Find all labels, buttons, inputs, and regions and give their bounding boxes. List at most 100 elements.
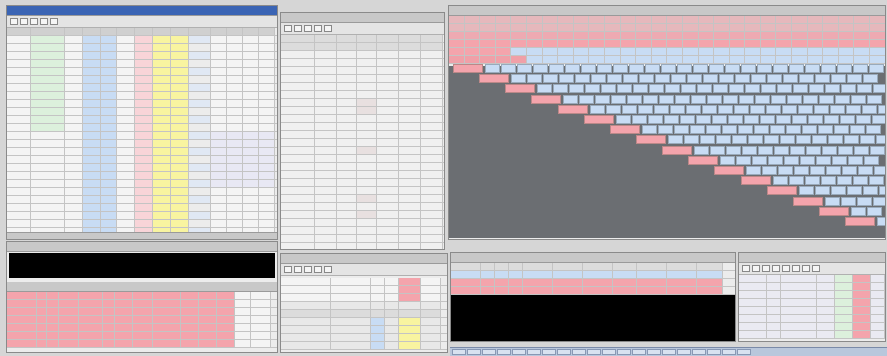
matrix-diagonal-cell[interactable]: [792, 196, 823, 206]
matrix-cell[interactable]: [601, 84, 617, 94]
table-row[interactable]: [7, 292, 277, 300]
matrix-diagonal-cell[interactable]: [688, 155, 719, 165]
toolbar-button[interactable]: [314, 266, 322, 273]
matrix-cell[interactable]: [726, 145, 742, 155]
matrix-cell[interactable]: [877, 104, 885, 114]
matrix-cell[interactable]: [737, 125, 753, 135]
matrix-cell[interactable]: [825, 84, 841, 94]
taskbar-button[interactable]: [482, 349, 496, 355]
toolbar-button[interactable]: [742, 265, 750, 272]
matrix-cell[interactable]: [668, 135, 683, 145]
matrix-cell[interactable]: [575, 74, 591, 84]
matrix-cell[interactable]: [563, 94, 579, 104]
matrix-cell[interactable]: [857, 84, 873, 94]
toolbar-button[interactable]: [10, 18, 18, 25]
matrix-cell[interactable]: [591, 74, 607, 84]
matrix-cell[interactable]: [845, 104, 861, 114]
matrix-cell[interactable]: [501, 64, 516, 73]
matrix-cell[interactable]: [595, 94, 611, 104]
matrix-cell[interactable]: [823, 115, 839, 124]
taskbar-button[interactable]: [497, 349, 511, 355]
matrix-cell[interactable]: [569, 84, 585, 94]
matrix-cell[interactable]: [727, 115, 743, 124]
matrix-cell[interactable]: [877, 217, 885, 226]
taskbar-button[interactable]: [662, 349, 676, 355]
matrix-diagonal-cell[interactable]: [766, 186, 797, 196]
table-row[interactable]: [281, 131, 444, 139]
matrix-cell[interactable]: [639, 74, 655, 84]
matrix-cell[interactable]: [553, 84, 569, 94]
matrix-cell[interactable]: [790, 145, 806, 155]
matrix-cell[interactable]: [752, 155, 768, 165]
table-header-row[interactable]: [7, 28, 277, 36]
matrix-cell[interactable]: [780, 135, 795, 145]
taskbar-button[interactable]: [632, 349, 646, 355]
matrix-cell[interactable]: [663, 115, 679, 124]
table-row[interactable]: [281, 51, 444, 59]
taskbar-button[interactable]: [647, 349, 661, 355]
matrix-cell[interactable]: [665, 84, 681, 94]
middle-top-grid[interactable]: [281, 35, 444, 249]
table-row[interactable]: [281, 99, 444, 107]
table-row[interactable]: [281, 203, 444, 211]
table-row[interactable]: [281, 235, 444, 243]
table-row[interactable]: [7, 84, 277, 92]
matrix-triangle[interactable]: [449, 6, 885, 239]
matrix-cell[interactable]: [769, 125, 785, 135]
matrix-cell[interactable]: [719, 74, 735, 84]
matrix-cell[interactable]: [755, 94, 771, 104]
matrix-cell[interactable]: [798, 186, 814, 196]
table-row[interactable]: [281, 187, 444, 195]
matrix-cell[interactable]: [855, 115, 871, 124]
table-row[interactable]: [281, 294, 447, 302]
left-bottom-grid[interactable]: [7, 292, 277, 348]
table-row[interactable]: [7, 92, 277, 100]
matrix-cell[interactable]: [809, 84, 825, 94]
matrix-cell[interactable]: [829, 104, 845, 114]
matrix-cell[interactable]: [589, 104, 605, 114]
taskbar-button[interactable]: [587, 349, 601, 355]
matrix-cell[interactable]: [649, 84, 665, 94]
matrix-cell[interactable]: [687, 74, 703, 84]
matrix-cell[interactable]: [533, 64, 548, 73]
matrix-cell[interactable]: [874, 166, 885, 175]
table-row[interactable]: [7, 116, 277, 124]
matrix-cell[interactable]: [863, 74, 879, 84]
table-row[interactable]: [281, 211, 444, 219]
table-row[interactable]: [281, 75, 444, 83]
matrix-cell[interactable]: [621, 104, 637, 114]
matrix-cell[interactable]: [851, 94, 867, 104]
table-row[interactable]: [281, 179, 444, 187]
matrix-diagonal-cell[interactable]: [531, 94, 562, 104]
taskbar-button[interactable]: [527, 349, 541, 355]
table-row[interactable]: [7, 60, 277, 68]
matrix-cell[interactable]: [631, 115, 647, 124]
matrix-cell[interactable]: [765, 104, 781, 114]
toolbar-button[interactable]: [294, 266, 302, 273]
matrix-cell[interactable]: [848, 155, 864, 165]
matrix-cell[interactable]: [653, 104, 669, 114]
matrix-cell[interactable]: [816, 155, 832, 165]
matrix-cell[interactable]: [869, 64, 884, 73]
table-row[interactable]: [7, 140, 277, 148]
matrix-cell[interactable]: [633, 84, 649, 94]
matrix-cell[interactable]: [721, 125, 737, 135]
table-header-row[interactable]: [281, 43, 444, 51]
matrix-cell[interactable]: [868, 176, 884, 186]
matrix-cell[interactable]: [527, 74, 543, 84]
matrix-cell[interactable]: [826, 166, 842, 175]
table-row[interactable]: [7, 68, 277, 76]
matrix-cell[interactable]: [791, 115, 807, 124]
table-row[interactable]: [7, 36, 277, 44]
table-row[interactable]: [451, 287, 735, 295]
matrix-cell[interactable]: [773, 64, 788, 73]
matrix-diagonal-cell[interactable]: [505, 84, 536, 94]
table-row[interactable]: [7, 324, 277, 332]
matrix-cell[interactable]: [657, 125, 673, 135]
right-bottom-right-grid[interactable]: [739, 275, 885, 339]
toolbar-button[interactable]: [314, 25, 322, 32]
matrix-cell[interactable]: [871, 115, 885, 124]
table-row[interactable]: [7, 164, 277, 172]
matrix-cell[interactable]: [679, 115, 695, 124]
matrix-cell[interactable]: [597, 64, 612, 73]
